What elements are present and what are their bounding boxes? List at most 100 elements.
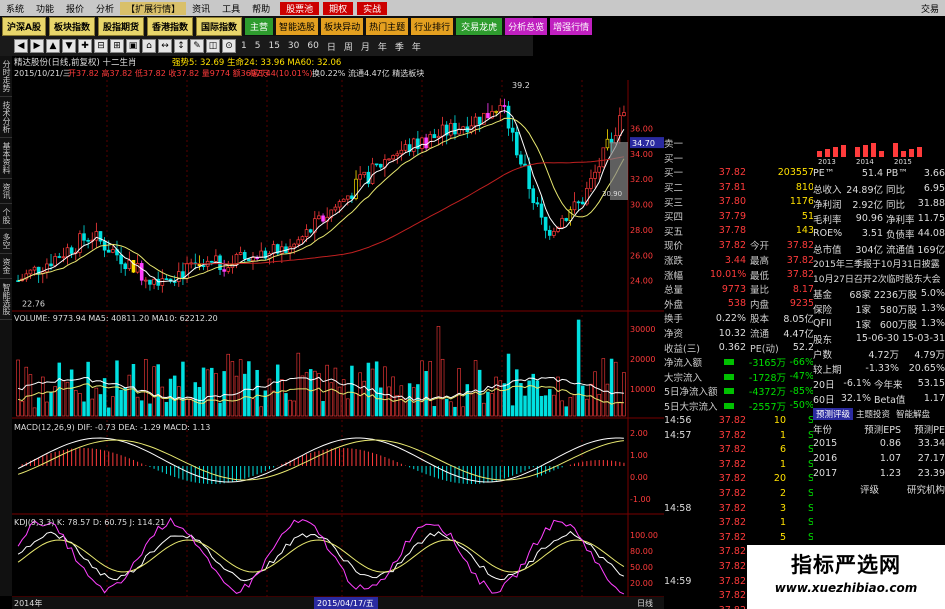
cell-label: 今年来 bbox=[874, 379, 903, 391]
period-2[interactable]: 15 bbox=[265, 41, 282, 51]
market-button-2[interactable]: 股指期货 bbox=[97, 16, 144, 36]
side-tab-2[interactable]: 基本资料 bbox=[0, 138, 12, 179]
forecast-cell: 23.39 bbox=[917, 468, 945, 479]
forecast-cell: 2015 bbox=[813, 438, 838, 449]
notice-line: 2015年三季报于10月31日披露 bbox=[813, 260, 940, 270]
eps-bar-chart: 2013 2014 2015 bbox=[813, 136, 945, 166]
menu-item-3[interactable]: 分析 bbox=[90, 2, 120, 15]
tick-price: 37.82 bbox=[718, 531, 746, 543]
side-tab-5[interactable]: 多空 bbox=[0, 229, 12, 254]
menu-stock-pool[interactable]: 股票池 bbox=[280, 1, 320, 15]
cell-value: 32.1% bbox=[840, 393, 871, 404]
market-button-0[interactable]: 沪深A股 bbox=[2, 16, 46, 36]
forecast-cell: 2017 bbox=[813, 468, 838, 479]
cell-value: 1家 bbox=[855, 304, 871, 316]
feature-button-1[interactable]: 板块异动 bbox=[321, 17, 364, 35]
cell-label: QFII bbox=[813, 318, 832, 329]
menu-item-0[interactable]: 系统 bbox=[0, 2, 30, 15]
fundamental-row: ROE% 3.51 负债率 44.08 bbox=[813, 226, 945, 241]
period-4[interactable]: 60 bbox=[304, 41, 321, 51]
main-business-button[interactable]: 主营 bbox=[245, 17, 274, 35]
side-tab-0[interactable]: 分时走势 bbox=[0, 56, 12, 97]
side-tab-7[interactable]: 智能选股 bbox=[0, 279, 12, 320]
dragon-tiger-button[interactable]: 交易龙虎 bbox=[456, 17, 503, 35]
tick-price: 37.82 bbox=[718, 488, 746, 500]
feature-button-3[interactable]: 行业排行 bbox=[411, 17, 454, 35]
cell-value: 580万股 bbox=[879, 304, 917, 316]
cell-value: 37.82 bbox=[786, 239, 814, 251]
table-row: 买二 37.81 810 bbox=[664, 180, 814, 195]
market-button-1[interactable]: 板块指数 bbox=[48, 16, 95, 36]
cell-value: 4.79万 bbox=[914, 349, 945, 361]
cell-value: 10.32 bbox=[718, 327, 746, 339]
analysis-button-1[interactable]: 增强行情 bbox=[550, 17, 593, 35]
perf-row: 20日 -6.1% 今年来 53.15 bbox=[813, 376, 945, 391]
tool-icon[interactable]: ↕ bbox=[174, 39, 188, 53]
svg-text:28.00: 28.00 bbox=[630, 226, 653, 235]
menu-extra-0[interactable]: 期权 bbox=[323, 1, 354, 15]
period-0[interactable]: 1 bbox=[238, 41, 250, 51]
cell-label: PE™ bbox=[813, 168, 835, 179]
tool-icon[interactable]: ↔ bbox=[158, 39, 172, 53]
cell-label: 同比 bbox=[886, 199, 906, 211]
tick-volume: 3 bbox=[779, 502, 786, 514]
menu-item-1[interactable]: 功能 bbox=[30, 2, 60, 15]
tool-icon[interactable]: ⌂ bbox=[142, 39, 156, 53]
period-8[interactable]: 年 bbox=[375, 40, 390, 53]
tool-icon[interactable]: ✎ bbox=[190, 39, 204, 53]
tool-icon[interactable]: ▣ bbox=[126, 39, 140, 53]
tab-2[interactable]: 智能解盘 bbox=[893, 408, 933, 420]
forecast-row: 2017 1.23 23.39 bbox=[813, 466, 945, 481]
menu-item-7[interactable]: 帮助 bbox=[246, 2, 276, 15]
tool-icon[interactable]: ▲ bbox=[46, 39, 60, 53]
tool-icon[interactable]: ⊞ bbox=[110, 39, 124, 53]
period-3[interactable]: 30 bbox=[285, 41, 302, 51]
tool-icon[interactable]: ◀ bbox=[14, 39, 28, 53]
menu-item-5[interactable]: 资讯 bbox=[186, 2, 216, 15]
menu-extra-1[interactable]: 实战 bbox=[357, 1, 388, 15]
period-9[interactable]: 季 bbox=[392, 40, 407, 53]
tool-icon[interactable]: ✚ bbox=[78, 39, 92, 53]
analysis-button-0[interactable]: 分析总览 bbox=[505, 17, 548, 35]
tick-volume: 2 bbox=[779, 488, 786, 500]
cell-value: 3.66 bbox=[923, 168, 945, 179]
market-button-4[interactable]: 国际指数 bbox=[196, 16, 243, 36]
cell-value: -85% bbox=[789, 385, 814, 397]
menu-item-2[interactable]: 报价 bbox=[60, 2, 90, 15]
feature-button-0[interactable]: 智能选股 bbox=[276, 17, 319, 35]
period-1[interactable]: 5 bbox=[252, 41, 264, 51]
eps-bar bbox=[879, 151, 884, 157]
feature-button-2[interactable]: 热门主题 bbox=[366, 17, 409, 35]
period-6[interactable]: 周 bbox=[341, 40, 356, 53]
cell-value: 20.65% bbox=[908, 363, 945, 374]
tool-icon[interactable]: ▼ bbox=[62, 39, 76, 53]
cell-value: 1.17 bbox=[923, 393, 945, 404]
cell-value: 6.95 bbox=[923, 183, 945, 194]
menu-item-6[interactable]: 工具 bbox=[216, 2, 246, 15]
market-button-3[interactable]: 香港指数 bbox=[147, 16, 194, 36]
period-5[interactable]: 日 bbox=[324, 40, 339, 53]
tool-icon[interactable]: ⊙ bbox=[222, 39, 236, 53]
tick-price: 37.82 bbox=[718, 473, 746, 485]
tool-icon[interactable]: ▶ bbox=[30, 39, 44, 53]
cell-label: 毛利率 bbox=[813, 214, 842, 226]
tab-0[interactable]: 预测评级 bbox=[813, 407, 854, 420]
side-tab-6[interactable]: 资金 bbox=[0, 254, 12, 279]
tab-1[interactable]: 主题投资 bbox=[853, 408, 893, 420]
tool-icon[interactable]: ⊟ bbox=[94, 39, 108, 53]
svg-text:0.00: 0.00 bbox=[630, 473, 648, 482]
tick-row: 37.82 20 S bbox=[664, 472, 814, 487]
cell-value: 37.82 bbox=[718, 239, 746, 251]
side-tab-4[interactable]: 个股 bbox=[0, 204, 12, 229]
menu-item-4[interactable]: 【扩展行情】 bbox=[120, 1, 187, 15]
cell-label: 5日大宗流入 bbox=[664, 401, 718, 413]
kline-chart[interactable]: 精达股份(日线,前复权) 十二生肖 强势5: 32.69 生命24: 33.96… bbox=[12, 56, 664, 609]
year-label: 2015 bbox=[894, 158, 912, 166]
side-tab-3[interactable]: 资讯 bbox=[0, 179, 12, 204]
menu-trade[interactable]: 交易 bbox=[915, 2, 945, 15]
svg-text:30.00: 30.00 bbox=[630, 201, 653, 210]
period-10[interactable]: 年 bbox=[409, 40, 424, 53]
side-tab-1[interactable]: 技术分析 bbox=[0, 97, 12, 138]
tool-icon[interactable]: ◫ bbox=[206, 39, 220, 53]
period-7[interactable]: 月 bbox=[358, 40, 373, 53]
